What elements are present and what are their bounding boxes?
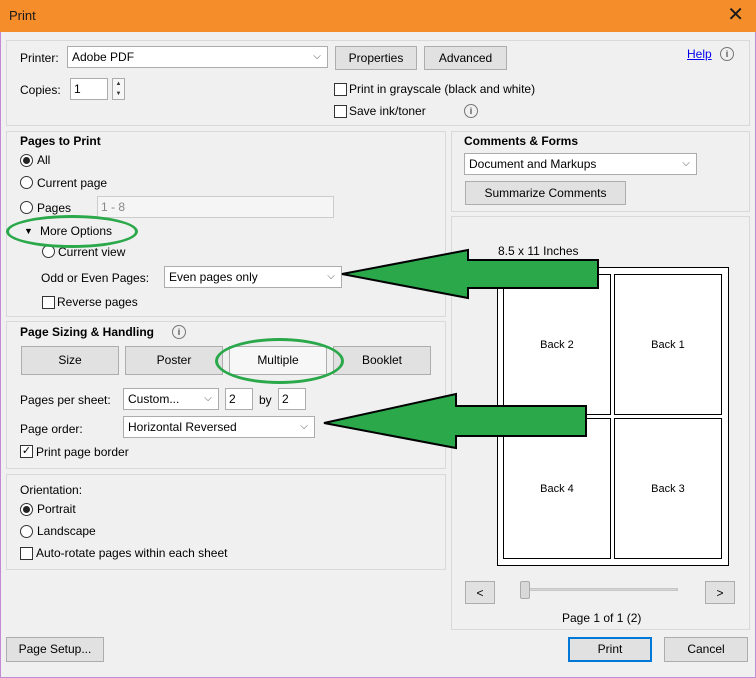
properties-button[interactable]: Properties — [335, 46, 417, 70]
current-page-label: Current page — [37, 176, 108, 190]
preview-page: Back 3 — [614, 418, 722, 559]
next-page-button[interactable]: > — [705, 581, 735, 604]
chevron-down-icon: ⌵ — [313, 51, 321, 62]
by-label: by — [259, 393, 272, 407]
chevron-down-icon: ⌵ — [327, 271, 335, 282]
pages-per-sheet-value: Custom... — [128, 392, 180, 406]
print-button[interactable]: Print — [568, 637, 652, 662]
copies-input[interactable]: 1 — [70, 78, 108, 100]
odd-even-select[interactable]: Even pages only ⌵ — [164, 266, 342, 288]
pages-range-input[interactable]: 1 - 8 — [97, 196, 334, 218]
page-counter: Page 1 of 1 (2) — [562, 611, 642, 625]
print-border-label: Print page border — [36, 445, 129, 459]
cancel-button[interactable]: Cancel — [664, 637, 748, 662]
pages-radio[interactable] — [20, 201, 33, 214]
landscape-radio[interactable] — [20, 525, 33, 538]
autorotate-checkbox[interactable] — [20, 547, 33, 560]
close-icon[interactable]: ✕ — [727, 4, 744, 26]
printer-select[interactable]: Adobe PDF ⌵ — [67, 46, 328, 68]
page-order-label: Page order: — [20, 422, 83, 436]
comments-heading: Comments & Forms — [464, 134, 579, 148]
columns-input[interactable]: 2 — [225, 388, 253, 410]
print-border-checkbox[interactable]: ✓ — [20, 445, 33, 458]
comments-select[interactable]: Document and Markups ⌵ — [464, 153, 697, 175]
orientation-heading: Orientation: — [20, 483, 83, 497]
page-setup-button[interactable]: Page Setup... — [6, 637, 104, 662]
save-ink-label: Save ink/toner — [349, 104, 426, 118]
portrait-radio[interactable] — [20, 503, 33, 516]
grayscale-checkbox[interactable] — [334, 83, 347, 96]
page-order-value: Horizontal Reversed — [128, 420, 237, 434]
more-options-highlight — [6, 215, 138, 248]
preview-page: Back 1 — [614, 274, 722, 415]
landscape-label: Landscape — [37, 524, 96, 538]
page-slider-thumb[interactable] — [520, 581, 530, 599]
pages-label: Pages — [37, 201, 72, 215]
all-radio[interactable] — [20, 154, 33, 167]
copies-spinner[interactable]: ▲ ▼ — [112, 78, 125, 100]
advanced-button[interactable]: Advanced — [424, 46, 507, 70]
page-sizing-heading: Page Sizing & Handling — [20, 325, 155, 339]
odd-even-label: Odd or Even Pages: — [41, 271, 150, 285]
copies-label: Copies: — [20, 83, 61, 97]
title-bar: Print ✕ — [0, 0, 756, 32]
grayscale-label: Print in grayscale (black and white) — [349, 82, 536, 96]
summarize-comments-button[interactable]: Summarize Comments — [465, 181, 626, 205]
rows-input[interactable]: 2 — [278, 388, 306, 410]
chevron-down-icon: ⌵ — [204, 393, 212, 404]
printer-value: Adobe PDF — [72, 50, 135, 64]
pages-per-sheet-label: Pages per sheet: — [20, 393, 111, 407]
help-link[interactable]: Help — [687, 47, 712, 61]
reverse-pages-label: Reverse pages — [57, 295, 138, 309]
chevron-down-icon: ⌵ — [300, 421, 308, 432]
page-order-select[interactable]: Horizontal Reversed ⌵ — [123, 416, 315, 438]
poster-tab[interactable]: Poster — [125, 346, 223, 375]
save-ink-checkbox[interactable] — [334, 105, 347, 118]
sizing-info-icon[interactable]: i — [172, 325, 186, 339]
current-page-radio[interactable] — [20, 176, 33, 189]
spin-up-icon[interactable]: ▲ — [113, 79, 124, 89]
printer-label: Printer: — [20, 51, 59, 65]
save-ink-info-icon[interactable]: i — [464, 104, 478, 118]
window-title: Print — [9, 8, 36, 23]
all-label: All — [37, 153, 51, 167]
pages-per-sheet-select[interactable]: Custom... ⌵ — [123, 388, 219, 410]
arrow-shape — [323, 392, 587, 450]
pages-to-print-heading: Pages to Print — [20, 134, 101, 148]
portrait-label: Portrait — [37, 502, 76, 516]
multiple-tab-highlight — [215, 338, 344, 384]
arrow-odd-even — [341, 248, 599, 300]
previous-page-button[interactable]: < — [465, 581, 495, 604]
comments-value: Document and Markups — [469, 157, 597, 171]
reverse-pages-checkbox[interactable] — [42, 296, 55, 309]
booklet-tab[interactable]: Booklet — [333, 346, 431, 375]
autorotate-label: Auto-rotate pages within each sheet — [36, 546, 228, 560]
arrow-shape — [341, 248, 599, 300]
page-slider-track[interactable] — [520, 588, 678, 591]
help-info-icon[interactable]: i — [720, 47, 734, 61]
size-tab[interactable]: Size — [21, 346, 119, 375]
chevron-down-icon: ⌵ — [682, 158, 690, 169]
spin-down-icon[interactable]: ▼ — [113, 89, 124, 99]
arrow-page-order — [323, 392, 587, 450]
odd-even-value: Even pages only — [169, 270, 258, 284]
